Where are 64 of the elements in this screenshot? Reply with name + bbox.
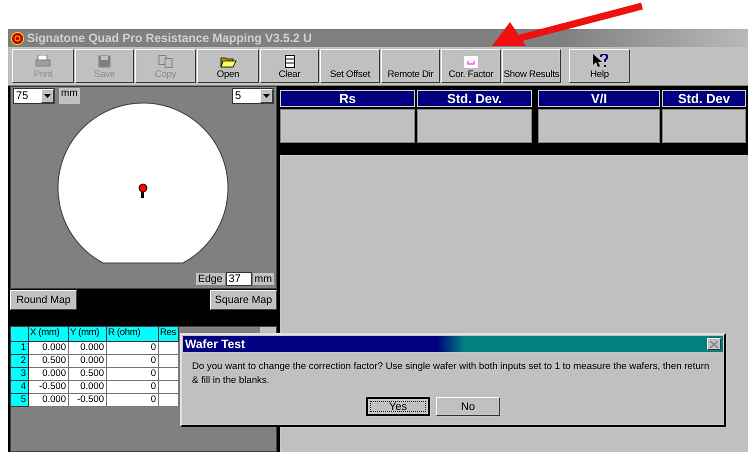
column-header: Y (mm) (69, 327, 107, 342)
row-number: 1 (11, 342, 29, 355)
table-cell (159, 342, 179, 355)
toolbar-button[interactable]: Show Results (502, 49, 561, 83)
toolbar-button[interactable]: Cor. Factor (441, 49, 501, 83)
unit-label: mm (59, 88, 80, 104)
table-cell: 0.000 (29, 342, 69, 355)
toolbar-button[interactable]: Help (569, 49, 630, 83)
folder-icon (220, 55, 236, 68)
table-cell: 0.000 (69, 355, 107, 368)
row-number: 2 (11, 355, 29, 368)
table-cell: 0.000 (29, 368, 69, 381)
column-header: X (mm) (29, 327, 69, 342)
result-header: Std. Dev (662, 90, 746, 107)
column-header: Res (159, 327, 179, 342)
page-icon (284, 55, 294, 68)
table-cell: 0.500 (69, 368, 107, 381)
table-cell (159, 394, 179, 407)
dialog-message: Do you want to change the correction factor? Use single wafer with both inputs set to 1 to measure the wafers, then return & fill in the blanks. (191, 360, 710, 388)
close-button[interactable] (707, 338, 721, 350)
row-number: 4 (11, 381, 29, 394)
help-icon (592, 54, 608, 68)
close-icon (710, 340, 718, 348)
toolbar-button[interactable]: Open (197, 49, 259, 83)
diameter-dropdown[interactable]: 75 (13, 88, 55, 104)
table-cell: -0.500 (29, 381, 69, 394)
result-header: Std. Dev. (417, 90, 532, 107)
window-title: Signatone Quad Pro Resistance Mapping V3.5.2 U (27, 31, 312, 45)
table-cell (159, 381, 179, 394)
unit-label: mm (252, 273, 274, 285)
row-number: 3 (11, 368, 29, 381)
table-cell: 0.500 (29, 355, 69, 368)
table-cell: 0 (107, 394, 159, 407)
table-cell (159, 355, 179, 368)
table-cell: 0 (107, 355, 159, 368)
table-cell: 0 (107, 381, 159, 394)
table-cell: 0.000 (69, 381, 107, 394)
dialog-title: Wafer Test (185, 337, 246, 351)
toolbar-button[interactable]: Remote Dir (381, 49, 440, 83)
points-dropdown[interactable]: 5 (232, 88, 274, 104)
table-cell: 0 (107, 342, 159, 355)
dialog-button[interactable]: Yes (366, 397, 430, 416)
result-header: V/I (538, 90, 660, 107)
dropdown-arrow-icon (263, 94, 270, 98)
dropdown-arrow-icon (44, 94, 51, 98)
table-cell: 0 (107, 368, 159, 381)
copy-icon (158, 55, 174, 68)
table-cell: 0.000 (69, 342, 107, 355)
toolbar-button[interactable]: Set Offset (320, 49, 380, 83)
app-logo-icon (11, 32, 24, 44)
printer-icon (35, 55, 51, 68)
map-button[interactable]: Square Map (210, 290, 277, 310)
map-button[interactable]: Round Map (10, 290, 77, 310)
edge-input[interactable]: 37 (226, 272, 252, 286)
table-cell (159, 368, 179, 381)
toolbar-button[interactable]: Clear (260, 49, 319, 83)
table-cell: 0.000 (29, 394, 69, 407)
result-header: Rs (280, 90, 415, 107)
factor-icon (464, 56, 478, 68)
row-number: 5 (11, 394, 29, 407)
dialog-button[interactable]: No (436, 397, 500, 416)
edge-label: Edge (196, 273, 224, 285)
column-header: R (ohm) (107, 327, 159, 342)
table-cell: -0.500 (69, 394, 107, 407)
